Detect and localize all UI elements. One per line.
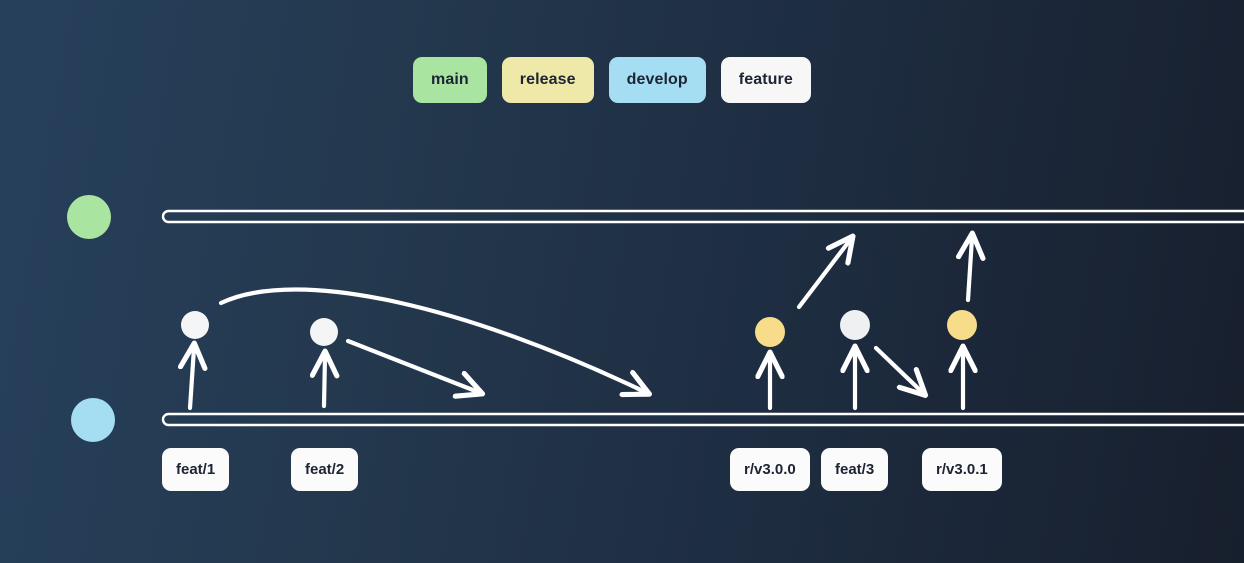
edge-branch-feat2 <box>324 356 325 409</box>
lane-rail-main <box>161 209 1244 224</box>
edge-merge-feat2 <box>345 338 478 392</box>
commit-node-rel301[interactable] <box>947 310 977 340</box>
commit-node-rel300[interactable] <box>755 317 785 347</box>
commit-tag-rel301-label: r/v3.0.1 <box>936 461 988 478</box>
commit-tag-feat2[interactable]: feat/2 <box>291 448 359 491</box>
commit-node-feat2[interactable] <box>310 318 338 346</box>
edge-merge-feat3 <box>873 345 922 392</box>
edge-release-to-main <box>796 240 850 310</box>
diagram-canvas: main release develop feature feat/1 feat… <box>0 0 1244 563</box>
edge-merge-feat1 <box>218 287 645 392</box>
commit-node-feat3[interactable] <box>840 310 870 340</box>
commit-tag-feat3-label: feat/3 <box>835 461 875 478</box>
commit-tag-feat2-label: feat/2 <box>305 461 345 478</box>
commit-tag-rel301[interactable]: r/v3.0.1 <box>922 448 1002 491</box>
edge-release-to-main-2 <box>968 238 972 303</box>
commit-tag-feat3[interactable]: feat/3 <box>821 448 889 491</box>
commit-node-feat1[interactable] <box>181 311 209 339</box>
commit-tag-rel300-label: r/v3.0.0 <box>744 461 796 478</box>
commit-tag-feat1-label: feat/1 <box>176 461 216 478</box>
edge-branch-feat1 <box>190 348 194 411</box>
lane-rail-develop <box>161 412 1244 427</box>
commit-tag-rel300[interactable]: r/v3.0.0 <box>730 448 810 491</box>
commit-tag-feat1[interactable]: feat/1 <box>162 448 230 491</box>
